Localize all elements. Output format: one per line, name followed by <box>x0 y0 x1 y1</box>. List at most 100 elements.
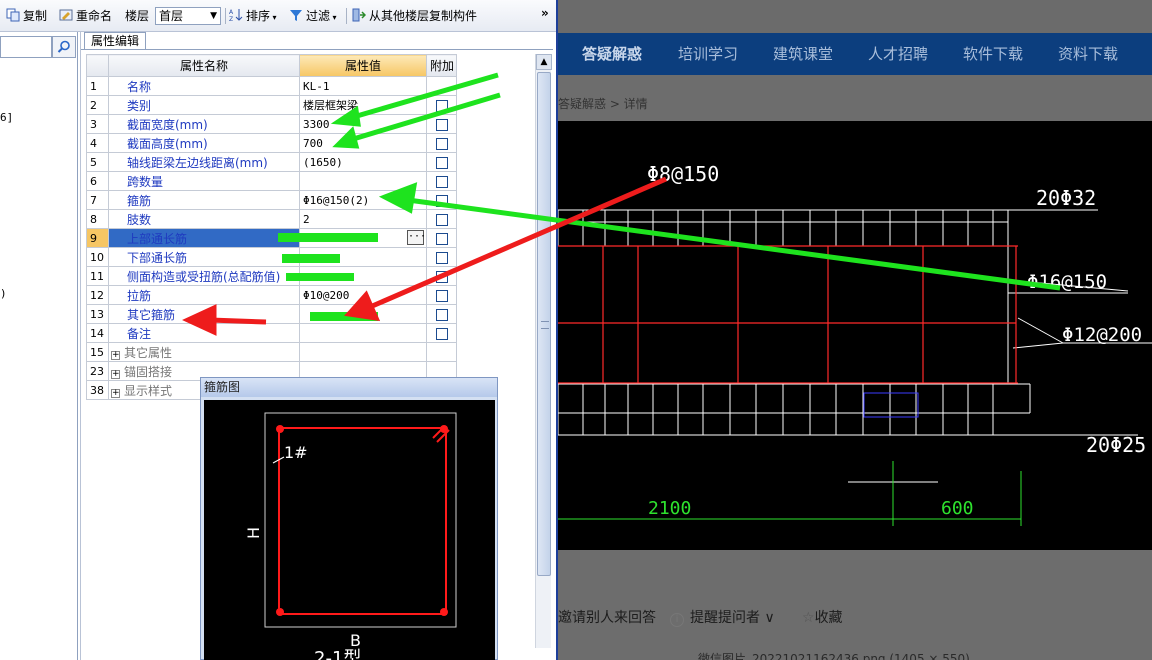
search-icon[interactable] <box>52 36 76 58</box>
property-value[interactable]: 楼层框架梁 <box>299 95 427 115</box>
property-name[interactable]: 拉筋 <box>108 285 300 305</box>
expand-icon[interactable]: + <box>111 369 120 379</box>
nav-item-jobs[interactable]: 人才招聘 <box>868 33 928 75</box>
expand-icon[interactable]: + <box>111 350 120 360</box>
tree-search-input[interactable] <box>0 36 52 58</box>
favorite-link[interactable]: ☆收藏 <box>802 607 843 627</box>
vertical-scrollbar[interactable]: ▲ <box>535 54 552 648</box>
breadcrumb[interactable]: 答疑解惑 > 详情 <box>558 95 648 112</box>
favorite-label: 收藏 <box>814 610 843 626</box>
property-add-cell <box>426 171 457 191</box>
scrollbar-thumb[interactable] <box>537 72 551 576</box>
property-value[interactable]: KL-1 <box>299 76 427 96</box>
property-name[interactable]: 侧面构造或受扭筋(总配筋值) <box>108 266 300 286</box>
property-editor-app: 复制 重命名 楼层 首层 ▼ AZ 排序 ▾ 过滤 ▾ 从其他楼层复制构件 » … <box>0 0 556 660</box>
table-row[interactable]: 11 侧面构造或受扭筋(总配筋值) <box>86 266 532 286</box>
nav-item-materials[interactable]: 资料下载 <box>1058 33 1118 75</box>
table-row[interactable]: 15 + 其它属性 <box>86 342 532 362</box>
attach-checkbox[interactable] <box>435 289 448 302</box>
attach-checkbox[interactable] <box>435 270 448 283</box>
attach-checkbox[interactable] <box>435 137 448 150</box>
tree-item-fragment[interactable]: ) <box>0 287 7 300</box>
grid-header-name[interactable]: 属性名称 <box>108 54 300 77</box>
property-name[interactable]: 其它箍筋 <box>108 304 300 324</box>
table-row[interactable]: 2 类别 楼层框架梁 <box>86 95 532 115</box>
property-name[interactable]: 名称 <box>108 76 300 96</box>
table-row[interactable]: 8 肢数 2 <box>86 209 532 229</box>
nav-item-qa[interactable]: 答疑解惑 <box>582 33 642 75</box>
table-row[interactable]: 7 箍筋 Φ16@150(2) <box>86 190 532 210</box>
attach-checkbox[interactable] <box>435 232 448 245</box>
property-value[interactable]: 2 <box>299 209 427 229</box>
table-row[interactable]: 10 下部通长筋 <box>86 247 532 267</box>
table-row[interactable]: 13 其它箍筋 <box>86 304 532 324</box>
property-value[interactable] <box>299 266 427 286</box>
table-row[interactable]: 9 上部通长筋 ··· <box>86 228 532 248</box>
attach-checkbox[interactable] <box>435 156 448 169</box>
table-row[interactable]: 3 截面宽度(mm) 3300 <box>86 114 532 134</box>
attach-checkbox[interactable] <box>435 251 448 264</box>
property-value[interactable]: 700 <box>299 133 427 153</box>
grid-header-value[interactable]: 属性值 <box>299 54 427 77</box>
rename-button[interactable]: 重命名 <box>59 7 112 25</box>
invite-answer-link[interactable]: 邀请别人来回答 <box>558 607 656 627</box>
table-row[interactable]: 4 截面高度(mm) 700 <box>86 133 532 153</box>
property-value[interactable]: Φ10@200 <box>299 285 427 305</box>
nav-item-training[interactable]: 培训学习 <box>678 33 738 75</box>
toolbar-overflow-button[interactable]: » <box>541 4 549 22</box>
sort-button[interactable]: AZ 排序 ▾ <box>229 7 277 25</box>
attach-checkbox[interactable] <box>435 99 448 112</box>
property-name[interactable]: 下部通长筋 <box>108 247 300 267</box>
table-row[interactable]: 14 备注 <box>86 323 532 343</box>
property-name[interactable]: + 其它属性 <box>108 342 300 362</box>
property-name[interactable]: 上部通长筋 <box>108 228 300 248</box>
question-image[interactable]: Φ8@150 20Φ32 Φ16@150 Φ12@200 20Φ25 2100 … <box>558 121 1152 550</box>
property-value[interactable]: ··· <box>299 228 427 248</box>
more-options-button[interactable]: ··· <box>407 230 426 245</box>
property-value[interactable] <box>299 247 427 267</box>
table-row[interactable]: 6 跨数量 <box>86 171 532 191</box>
copy-from-floor-button[interactable]: 从其他楼层复制构件 <box>352 7 477 25</box>
property-name[interactable]: 肢数 <box>108 209 300 229</box>
cad-rebar-red <box>558 245 1018 384</box>
property-value[interactable]: 3300 <box>299 114 427 134</box>
attach-checkbox[interactable] <box>435 308 448 321</box>
remind-asker-link[interactable]: i 提醒提问者 ∨ <box>670 607 775 627</box>
property-value[interactable]: (1650) <box>299 152 427 172</box>
attach-checkbox[interactable] <box>435 327 448 340</box>
filter-button[interactable]: 过滤 ▾ <box>289 7 337 25</box>
row-number: 5 <box>86 152 109 172</box>
tab-property-edit[interactable]: 属性编辑 <box>84 32 146 50</box>
table-row[interactable]: 12 拉筋 Φ10@200 <box>86 285 532 305</box>
property-value[interactable] <box>299 304 427 324</box>
property-value[interactable] <box>299 323 427 343</box>
scroll-up-icon[interactable]: ▲ <box>536 54 552 70</box>
property-name[interactable]: 截面宽度(mm) <box>108 114 300 134</box>
property-name[interactable]: 轴线距梁左边线距离(mm) <box>108 152 300 172</box>
property-name[interactable]: 跨数量 <box>108 171 300 191</box>
attach-checkbox[interactable] <box>435 213 448 226</box>
property-add-cell <box>426 114 457 134</box>
tree-item-fragment[interactable]: 6] <box>0 111 13 124</box>
floor-select[interactable]: 首层 ▼ <box>155 7 221 25</box>
property-name[interactable]: 备注 <box>108 323 300 343</box>
copy-button[interactable]: 复制 <box>6 7 47 25</box>
table-row[interactable]: 5 轴线距梁左边线距离(mm) (1650) <box>86 152 532 172</box>
attach-checkbox[interactable] <box>435 175 448 188</box>
property-name[interactable]: 截面高度(mm) <box>108 133 300 153</box>
property-value[interactable] <box>299 342 427 362</box>
grid-header-add[interactable]: 附加 <box>426 54 457 77</box>
property-name[interactable]: 类别 <box>108 95 300 115</box>
table-row[interactable]: 1 名称 KL-1 <box>86 76 532 96</box>
attach-checkbox[interactable] <box>435 194 448 207</box>
attach-checkbox[interactable] <box>435 118 448 131</box>
nav-item-classroom[interactable]: 建筑课堂 <box>773 33 833 75</box>
stirrup-bar-dot <box>276 608 284 616</box>
property-value[interactable] <box>299 171 427 191</box>
property-add-cell <box>426 228 457 248</box>
expand-icon[interactable]: + <box>111 388 120 398</box>
stirrup-window-title[interactable]: 箍筋图 <box>201 378 497 397</box>
property-name[interactable]: 箍筋 <box>108 190 300 210</box>
nav-item-software[interactable]: 软件下载 <box>963 33 1023 75</box>
property-value[interactable]: Φ16@150(2) <box>299 190 427 210</box>
